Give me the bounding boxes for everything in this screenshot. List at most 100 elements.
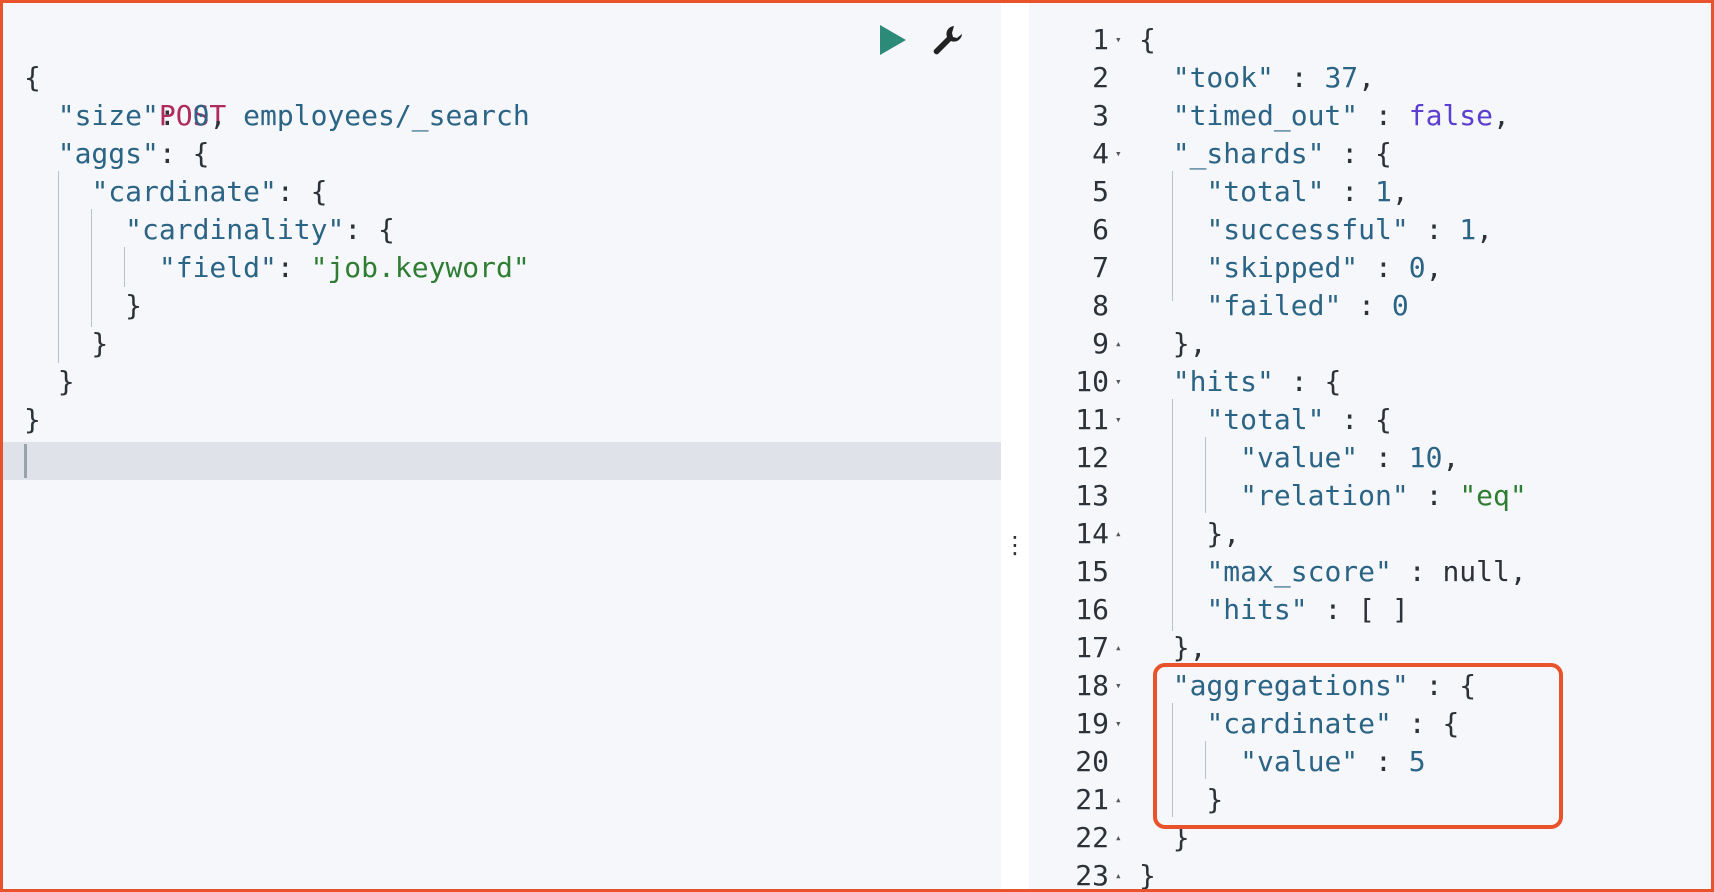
json-punctuation: }, [1139,631,1207,664]
line-number: 16 [1075,593,1109,626]
json-punctuation: : [1358,441,1409,474]
code-text: } [24,325,108,363]
line-number: 7 [1092,251,1109,284]
code-text: "cardinate": { [24,173,327,211]
json-punctuation: : { [1273,365,1342,398]
code-text: "hits" : [ ] [1139,591,1408,629]
play-icon[interactable] [878,23,908,57]
code-text: "max_score" : null, [1139,553,1526,591]
line-number: 10 [1075,365,1109,398]
indent-guide [91,209,92,327]
response-line: 14 ▴ }, [1029,515,1711,553]
line-number: 20 [1075,745,1109,778]
indent-guide [1172,171,1173,301]
json-key: "size" [57,99,159,132]
json-number: 0 [1408,251,1426,284]
code-line: "field": "job.keyword" [3,249,1001,287]
json-punctuation: : [1358,251,1409,284]
json-key: "failed" [1206,289,1342,322]
code-text: "took" : 37, [1139,59,1375,97]
code-text: } [24,401,41,439]
code-line: } [3,401,1001,439]
fold-collapse-icon[interactable]: ▾ [1115,667,1122,705]
indent-guide [124,247,125,287]
line-number: 2 [1092,61,1109,94]
code-line: "cardinality": { [3,211,1001,249]
fold-collapse-icon[interactable]: ▾ [1115,135,1122,173]
line-number: 5 [1092,175,1109,208]
json-key: "skipped" [1206,251,1359,284]
code-line: "cardinate": { [3,173,1001,211]
json-key: "max_score" [1206,555,1392,588]
response-line: 10 ▾ "hits" : { [1029,363,1711,401]
line-number: 21 [1075,783,1109,816]
json-key: "relation" [1240,479,1409,512]
vertical-ellipsis-icon[interactable]: ⋮ [1001,530,1029,560]
request-editor[interactable]: POST employees/_search { "size": 0, "agg… [3,3,1001,889]
json-punctuation [24,99,58,132]
code-text: { [24,59,41,97]
fold-collapse-icon[interactable]: ▾ [1115,705,1122,743]
response-line: 6 "successful" : 1, [1029,211,1711,249]
response-line: 16 "hits" : [ ] [1029,591,1711,629]
code-text: "total" : 1, [1139,173,1408,211]
fold-expand-icon[interactable]: ▴ [1115,325,1122,363]
json-punctuation: { [1139,23,1156,56]
fold-expand-icon[interactable]: ▴ [1115,781,1122,819]
indent-guide [58,171,59,363]
code-line: } [3,287,1001,325]
line-number: 1 [1092,23,1109,56]
json-number: 0 [192,99,210,132]
json-number: 37 [1324,61,1359,94]
json-punctuation: , [1476,213,1494,246]
fold-expand-icon[interactable]: ▴ [1115,857,1122,889]
response-line: 5 "total" : 1, [1029,173,1711,211]
line-number: 11 [1075,403,1109,436]
response-line: 11 ▾ "total" : { [1029,401,1711,439]
json-boolean: false [1408,99,1494,132]
json-punctuation: } [24,403,41,436]
line-number: 13 [1075,479,1109,512]
json-key: "total" [1206,403,1325,436]
line-number: 23 [1075,859,1109,892]
json-punctuation: : [1408,213,1460,246]
json-punctuation: } [24,365,75,398]
code-text: } [1139,857,1156,892]
line-number: 17 [1075,631,1109,664]
json-key: "total" [1206,175,1325,208]
json-string: "eq" [1459,479,1527,512]
fold-expand-icon[interactable]: ▴ [1115,515,1122,553]
line-number: 18 [1075,669,1109,702]
json-key: "cardinate" [91,175,277,208]
pane-resizer[interactable]: ⋮ [1001,3,1029,889]
code-text: "total" : { [1139,401,1392,439]
json-number: 1 [1375,175,1392,208]
fold-expand-icon[interactable]: ▴ [1115,629,1122,667]
code-text: "_shards" : { [1139,135,1392,173]
wrench-icon[interactable] [930,23,964,57]
json-number: 1 [1459,213,1477,246]
fold-collapse-icon[interactable]: ▾ [1115,363,1122,401]
json-punctuation: : { [158,137,210,170]
json-number: 10 [1408,441,1443,474]
response-line: 17 ▴ }, [1029,629,1711,667]
json-punctuation: } [1139,859,1156,892]
json-punctuation: , [1425,251,1443,284]
json-punctuation [1139,61,1173,94]
json-punctuation: : [276,251,311,284]
fold-collapse-icon[interactable]: ▾ [1115,21,1122,59]
line-number: 22 [1075,821,1109,854]
aggregations-highlight-box [1153,663,1563,829]
json-number: 0 [1391,289,1409,322]
fold-expand-icon[interactable]: ▴ [1115,819,1122,857]
code-text: "aggs": { [24,135,210,173]
json-punctuation: { [24,61,41,94]
text-cursor [24,444,27,478]
json-punctuation: : { [1324,403,1392,436]
indent-guide [1172,399,1173,631]
code-text: }, [1139,515,1240,553]
code-text: "hits" : { [1139,363,1342,401]
code-line: { [3,59,1001,97]
code-line: } [3,325,1001,363]
fold-collapse-icon[interactable]: ▾ [1115,401,1122,439]
